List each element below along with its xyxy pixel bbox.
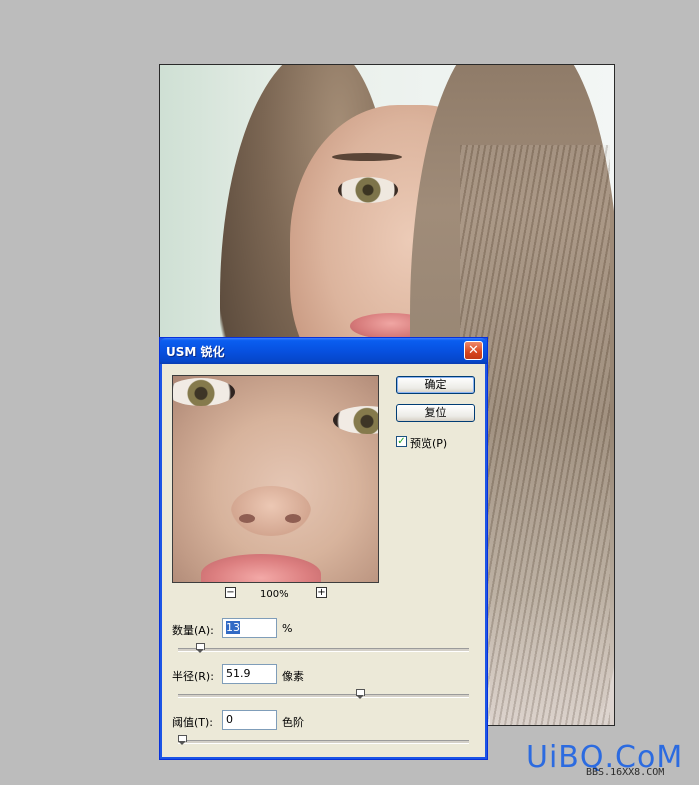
- radius-unit: 像素: [282, 670, 304, 683]
- checkmark-icon: ✓: [397, 436, 406, 447]
- photo-brow-left: [332, 153, 402, 161]
- preview-eye-left: [173, 378, 235, 406]
- minus-icon: −: [226, 587, 235, 598]
- radius-field[interactable]: 51.9: [222, 664, 277, 684]
- zoom-level: 100%: [260, 589, 289, 600]
- amount-value: 13: [226, 621, 240, 634]
- preview-eye-right: [333, 406, 378, 434]
- photo-eye-left: [338, 177, 398, 203]
- radius-value: 51.9: [226, 667, 251, 680]
- zoom-in-button[interactable]: +: [316, 587, 327, 598]
- preview-checkbox[interactable]: ✓: [396, 436, 407, 447]
- usm-sharpen-dialog: USM 锐化 ✕ − 100% + 确定 复位 ✓ 预览(P) 数量(A): 1…: [159, 337, 488, 760]
- close-icon: ✕: [468, 343, 479, 358]
- threshold-slider-thumb[interactable]: [178, 735, 187, 746]
- amount-slider[interactable]: [178, 643, 469, 653]
- watermark-url: BBS.16XX8.COM: [586, 767, 665, 778]
- close-button[interactable]: ✕: [464, 341, 483, 360]
- threshold-value: 0: [226, 713, 233, 726]
- preview-nostril-left: [239, 514, 255, 523]
- threshold-field[interactable]: 0: [222, 710, 277, 730]
- ok-button[interactable]: 确定: [396, 376, 475, 394]
- threshold-unit: 色阶: [282, 716, 304, 729]
- preview-pane[interactable]: [172, 375, 379, 583]
- threshold-label: 阈值(T):: [172, 716, 214, 729]
- preview-checkbox-label[interactable]: 预览(P): [410, 435, 447, 451]
- amount-label: 数量(A):: [172, 624, 214, 637]
- preview-nostril-right: [285, 514, 301, 523]
- zoom-out-button[interactable]: −: [225, 587, 236, 598]
- radius-slider[interactable]: [178, 689, 469, 699]
- radius-slider-thumb[interactable]: [356, 689, 365, 700]
- amount-unit: %: [282, 622, 293, 635]
- dialog-titlebar[interactable]: USM 锐化 ✕: [160, 338, 487, 364]
- amount-slider-thumb[interactable]: [196, 643, 205, 654]
- plus-icon: +: [317, 587, 326, 598]
- radius-label: 半径(R):: [172, 670, 214, 683]
- amount-field[interactable]: 13: [222, 618, 277, 638]
- preview-nose: [231, 486, 311, 536]
- dialog-title: USM 锐化: [166, 345, 225, 359]
- preview-lips: [201, 554, 321, 582]
- reset-button[interactable]: 复位: [396, 404, 475, 422]
- threshold-slider[interactable]: [178, 735, 469, 745]
